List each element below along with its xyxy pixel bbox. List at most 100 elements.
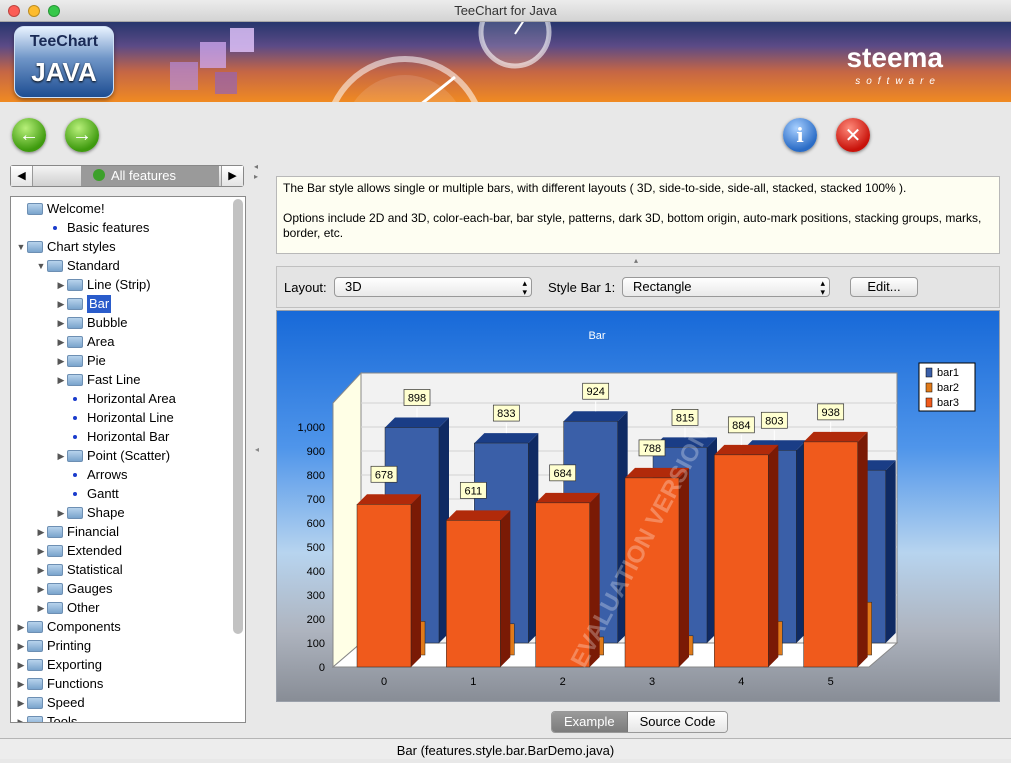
close-icon: ✕ [844,124,862,147]
tree-item[interactable]: ▶ Financial [35,523,120,541]
header-banner: TeeChart JAVA steema software [0,22,1011,102]
collapsed-arrow-icon[interactable]: ▶ [15,675,27,693]
tree-item-label: Tools [47,714,78,723]
collapsed-arrow-icon[interactable]: ▶ [15,637,27,655]
next-feature-button[interactable]: ▶ [221,166,243,186]
collapsed-arrow-icon[interactable]: ▶ [55,333,67,351]
tree-item[interactable]: ▶ Point (Scatter) [55,447,171,465]
splitter-grip-icon[interactable]: ◂ [255,445,259,454]
tree-item-label: Extended [67,543,122,558]
bar-style-select[interactable]: Rectangle ▴ ▾ [622,277,830,297]
collapsed-arrow-icon[interactable]: ▶ [35,580,47,598]
close-window-icon[interactable] [8,5,20,17]
tab-example[interactable]: Example [552,712,628,732]
feature-tree[interactable]: Welcome! Basic features ▼ Chart styles ▼ Stan… [10,196,246,723]
collapsed-arrow-icon[interactable]: ▶ [55,314,67,332]
collapsed-arrow-icon[interactable]: ▶ [15,618,27,636]
tree-item[interactable]: ▶ Extended [35,542,122,560]
tree-item[interactable]: Welcome! [15,200,105,218]
collapsed-arrow-icon[interactable]: ▶ [55,352,67,370]
tree-item[interactable]: ▶ Tools [15,713,78,723]
tree-item-label: Financial [67,524,120,539]
tree-item-label: Other [67,600,100,615]
collapsed-arrow-icon[interactable]: ▶ [55,276,67,294]
tree-item[interactable]: Gantt [55,485,119,503]
legend-label: bar2 [937,382,959,394]
tree-item[interactable]: ▶ Statistical [35,561,123,579]
tree-item-label: Line (Strip) [87,277,151,292]
tree-item[interactable]: ▶ Bar [55,295,112,313]
info-button[interactable]: i [783,118,817,152]
collapsed-arrow-icon[interactable]: ▶ [35,523,47,541]
tree-item[interactable]: ▶ Functions [15,675,104,693]
feature-selector[interactable]: ◀ All features ▶ [10,165,244,187]
tree-item[interactable]: ▼ Standard [35,257,120,275]
folder-icon [27,697,43,709]
tree-scrollbar[interactable] [233,199,243,634]
legend-label: bar3 [937,397,959,409]
updown-icon: ▴ ▾ [522,278,527,297]
tree-item[interactable]: ▶ Other [35,599,100,617]
tree-item[interactable]: ▶ Fast Line [55,371,141,389]
tree-item[interactable]: ▶ Components [15,618,121,636]
tree-item[interactable]: Arrows [55,466,127,484]
bar3-top [357,494,421,505]
folder-icon [27,203,43,215]
y-tick-label: 900 [307,446,325,458]
tree-item-label: Speed [47,695,85,710]
tree-item[interactable]: ▶ Printing [15,637,92,655]
tree-item[interactable]: ▼ Chart styles [15,238,116,256]
tree-item[interactable]: ▶ Pie [55,352,106,370]
data-label: 678 [375,469,393,481]
x-tick-label: 2 [560,676,566,688]
collapsed-arrow-icon[interactable]: ▶ [55,447,67,465]
tree-item[interactable]: ▶ Line (Strip) [55,276,151,294]
tree-item[interactable]: ▶ Bubble [55,314,128,332]
collapsed-arrow-icon[interactable]: ▶ [35,561,47,579]
tab-source-code[interactable]: Source Code [627,712,728,732]
tree-item[interactable]: Horizontal Area [55,390,176,408]
collapsed-arrow-icon[interactable]: ▶ [15,713,27,722]
tree-item[interactable]: Basic features [35,219,149,237]
y-tick-label: 500 [307,542,325,554]
back-button[interactable]: ← [12,118,46,152]
folder-icon [47,602,63,614]
splitter-arrows-icon[interactable]: ◂ ▸ [254,162,258,182]
tree-item[interactable]: Horizontal Bar [55,428,169,446]
collapsed-arrow-icon[interactable]: ▶ [15,656,27,674]
tree-item[interactable]: ▶ Area [55,333,115,351]
collapsed-arrow-icon[interactable]: ▶ [55,504,67,522]
description-line-2: Options include 2D and 3D, color-each-ba… [283,211,982,240]
splitter-up-icon[interactable]: ▴ [634,256,638,265]
edit-button[interactable]: Edit... [850,277,918,297]
triangle-left-icon: ◀ [17,170,26,182]
y-tick-label: 300 [307,590,325,602]
collapsed-arrow-icon[interactable]: ▶ [55,295,67,313]
bar-chart-svg: 0 100 200 300 400 500 600 700 800 900 1,000 Bar 898 6… [297,330,976,688]
expanded-arrow-icon[interactable]: ▼ [15,238,27,256]
collapsed-arrow-icon[interactable]: ▶ [55,371,67,389]
exit-button[interactable]: ✕ [836,118,870,152]
collapsed-arrow-icon[interactable]: ▶ [35,599,47,617]
zoom-window-icon[interactable] [48,5,60,17]
collapsed-arrow-icon[interactable]: ▶ [15,694,27,712]
tree-item[interactable]: Horizontal Line [55,409,174,427]
minimize-window-icon[interactable] [28,5,40,17]
bar-chart[interactable]: 0 100 200 300 400 500 600 700 800 900 1,000 Bar 898 6… [276,310,1000,702]
folder-icon [67,336,83,348]
tree-item[interactable]: ▶ Shape [55,504,125,522]
forward-button[interactable]: → [65,118,99,152]
collapsed-arrow-icon[interactable]: ▶ [35,542,47,560]
tree-item[interactable]: ▶ Speed [15,694,85,712]
tree-item[interactable]: ▶ Gauges [35,580,113,598]
feature-selector-value[interactable]: All features [81,166,219,186]
layout-select[interactable]: 3D ▴ ▾ [334,277,532,297]
tree-item-label: Statistical [67,562,123,577]
folder-icon [27,659,43,671]
x-tick-label: 4 [738,676,744,688]
expanded-arrow-icon[interactable]: ▼ [35,257,47,275]
folder-icon [47,526,63,538]
folder-icon [67,317,83,329]
previous-feature-button[interactable]: ◀ [11,166,33,186]
tree-item[interactable]: ▶ Exporting [15,656,102,674]
